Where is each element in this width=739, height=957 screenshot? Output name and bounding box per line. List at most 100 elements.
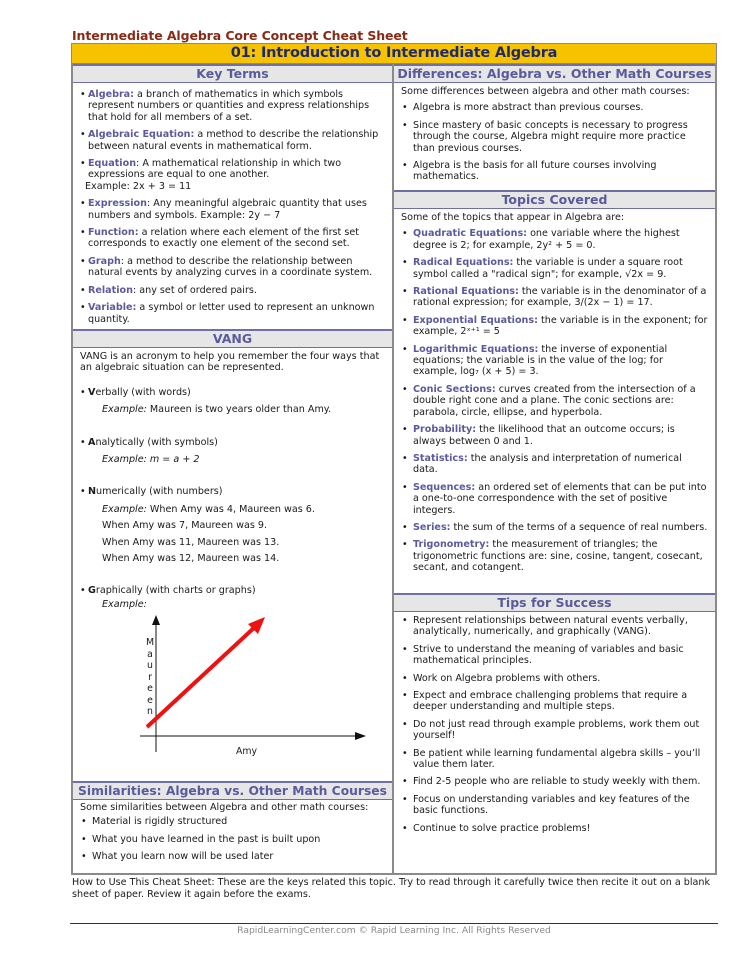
y-axis-label-letter: u (147, 660, 153, 672)
key-term-item: Graph: a method to describe the relation… (80, 256, 385, 279)
section-heading: Topics Covered (394, 190, 715, 209)
term-label: Equation (88, 158, 137, 170)
term-label: Graph (88, 255, 121, 267)
tip-item: Represent relationships between natural … (401, 615, 708, 638)
section-heading: Key Terms (73, 64, 392, 83)
example-label: Example: (102, 503, 147, 515)
example-label: Example: (102, 598, 147, 610)
example-text: m = a + 2 (146, 454, 200, 466)
left-column: Key Terms Algebra: a branch of mathemati… (73, 64, 392, 873)
tip-item: Be patient while learning fundamental al… (401, 748, 708, 771)
topic-item: Rational Equations: the variable is in t… (401, 286, 708, 309)
vang-numerical-line: When Amy was 7, Maureen was 9. (102, 520, 268, 532)
vang-numerical: Numerically (with numbers) (80, 486, 385, 498)
vang-letter: N (88, 486, 97, 498)
topic-item: Series: the sum of the terms of a sequen… (401, 521, 708, 534)
graph-svg (140, 615, 366, 753)
topics-list: Quadratic Equations: one variable where … (401, 228, 708, 573)
differences-section: Differences: Algebra vs. Other Math Cour… (394, 64, 715, 183)
term-label: Function: (88, 227, 139, 239)
topic-item: Exponential Equations: the variable is i… (401, 315, 708, 338)
differences-intro: Some differences between algebra and oth… (401, 86, 690, 97)
topic-term: Exponential Equations: (413, 314, 538, 326)
key-term-item: Algebraic Equation: a method to describe… (80, 129, 385, 152)
example-graph: Maureen Amy (80, 612, 380, 762)
similarities-section: Similarities: Algebra vs. Other Math Cou… (73, 781, 392, 869)
tips-section: Tips for Success Represent relationships… (394, 593, 715, 840)
example-label: Example: (102, 454, 147, 466)
key-term-item: Function: a relation where each element … (80, 227, 385, 250)
tip-item: Continue to solve practice problems! (401, 823, 708, 835)
example-text: Maureen is two years older than Amy. (146, 404, 332, 416)
topic-term: Radical Equations: (413, 257, 514, 269)
similarities-list: Material is rigidly structured What you … (80, 816, 385, 863)
vang-analytical-example: Example: m = a + 2 (80, 454, 385, 465)
term-label: Relation (88, 284, 133, 296)
trend-line (145, 624, 258, 729)
vang-verbal: Verbally (with words) (80, 387, 385, 399)
difference-item: Since mastery of basic concepts is neces… (401, 120, 708, 154)
y-axis-label: Maureen (146, 637, 154, 718)
similarities-intro: Some similarities between Algebra and ot… (80, 802, 369, 813)
section-heading: VANG (73, 329, 392, 348)
topic-term: Logarithmic Equations: (413, 343, 539, 355)
term-definition: : a method to describe the relationship … (88, 255, 373, 279)
vang-analytical: Analytically (with symbols) (80, 436, 385, 449)
tip-item: Work on Algebra problems with others. (401, 673, 708, 685)
tip-item: Do not just read through example problem… (401, 719, 708, 742)
document-title: Intermediate Algebra Core Concept Cheat … (72, 28, 408, 43)
topic-term: Probability: (413, 424, 477, 436)
topic-item: Sequences: an ordered set of elements th… (401, 482, 708, 516)
vang-graphical: Graphically (with charts or graphs) (80, 585, 385, 597)
example-text: When Amy was 4, Maureen was 6. (146, 503, 315, 515)
tip-item: Expect and embrace challenging problems … (401, 690, 708, 713)
key-term-item: Equation: A mathematical relationship in… (80, 158, 385, 192)
y-axis-label-letter: e (147, 694, 153, 706)
tip-item: Strive to understand the meaning of vari… (401, 644, 708, 667)
topic-term: Sequences: (413, 481, 476, 493)
topic-term: Statistics: (413, 452, 468, 464)
y-axis-label-letter: n (147, 706, 153, 718)
similarity-item: What you have learned in the past is bui… (80, 834, 385, 846)
term-label: Algebraic Equation: (88, 129, 195, 141)
topic-term: Series: (413, 521, 451, 533)
y-axis-label-letter: e (147, 683, 153, 695)
vang-numerical-example: Example: When Amy was 4, Maureen was 6. (80, 504, 385, 515)
right-column: Differences: Algebra vs. Other Math Cour… (394, 64, 715, 873)
differences-list: Algebra is more abstract than previous c… (401, 102, 708, 182)
topic-item: Conic Sections: curves created from the … (401, 384, 708, 418)
example-label: Example: (102, 404, 147, 416)
key-terms-list: Algebra: a branch of mathematics in whic… (80, 89, 385, 325)
vang-numerical-line: When Amy was 12, Maureen was 14. (102, 553, 280, 565)
key-term-item: Algebra: a branch of mathematics in whic… (80, 89, 385, 123)
topic-item: Quadratic Equations: one variable where … (401, 228, 708, 251)
topic-term: Trigonometry: (413, 539, 490, 551)
vang-label: umerically (with numbers) (96, 486, 223, 498)
vang-intro: VANG is an acronym to help you remember … (80, 351, 380, 374)
vang-label: raphically (with charts or graphs) (95, 585, 256, 597)
tip-item: Focus on understanding variables and key… (401, 794, 708, 817)
term-label: Expression (88, 198, 147, 210)
term-definition: : any set of ordered pairs. (132, 284, 257, 296)
key-terms-section: Key Terms Algebra: a branch of mathemati… (73, 64, 392, 325)
x-axis-arrow-icon (355, 732, 366, 741)
term-label: Variable: (88, 302, 137, 314)
topic-term: Quadratic Equations: (413, 228, 528, 240)
key-term-item: Relation: any set of ordered pairs. (80, 284, 385, 297)
term-example: Example: 2x + 3 = 11 (85, 180, 192, 192)
topic-item: Logarithmic Equations: the inverse of ex… (401, 344, 708, 378)
topic-item: Statistics: the analysis and interpretat… (401, 453, 708, 476)
key-term-item: Expression: Any meaningful algebraic qua… (80, 198, 385, 221)
similarity-item: Material is rigidly structured (80, 816, 385, 828)
topic-item: Radical Equations: the variable is under… (401, 257, 708, 280)
x-axis-label: Amy (236, 746, 258, 758)
vang-section: VANG VANG is an acronym to help you reme… (73, 329, 392, 762)
vang-label: nalytically (with symbols) (95, 436, 218, 448)
tip-item: Find 2-5 people who are reliable to stud… (401, 776, 708, 788)
y-axis-arrow-icon (152, 615, 160, 626)
topic-item: Trigonometry: the measurement of triangl… (401, 539, 708, 573)
y-axis-label-letter: a (147, 648, 153, 660)
footer-divider (70, 923, 718, 924)
topics-intro: Some of the topics that appear in Algebr… (401, 212, 625, 223)
vang-numerical-line: When Amy was 11, Maureen was 13. (102, 536, 280, 548)
